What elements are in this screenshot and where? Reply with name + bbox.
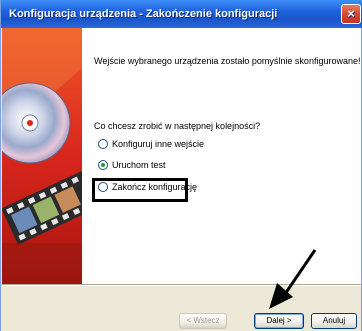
option-run-test[interactable]: Uruchom test [98,158,166,172]
radio-button[interactable] [98,139,108,149]
option-label: Konfiguruj inne wejście [112,139,205,149]
cancel-button[interactable]: Anuluj [311,313,357,329]
pointer-arrow-icon [269,249,317,309]
back-button[interactable]: < Wstecz [179,313,227,329]
close-icon: × [347,6,355,21]
setup-dialog: Konfiguracja urządzenia - Zakończenie ko… [0,0,362,331]
window-title: Konfiguracja urządzenia - Zakończenie ko… [9,8,278,20]
cd-and-film-banner-icon [2,28,82,284]
close-button[interactable]: × [341,4,361,24]
success-message: Wejście wybranego urządzenia zostało pom… [94,56,361,66]
highlight-frame [92,178,188,202]
option-label: Uruchom test [112,160,166,170]
option-configure-other-input[interactable]: Konfiguruj inne wejście [98,137,204,151]
next-step-question: Co chcesz zrobić w następnej kolejności? [94,121,261,131]
next-button[interactable]: Dalej > [254,313,304,329]
title-bar: Konfiguracja urządzenia - Zakończenie ko… [1,0,362,28]
radio-button-selected[interactable] [98,160,108,170]
